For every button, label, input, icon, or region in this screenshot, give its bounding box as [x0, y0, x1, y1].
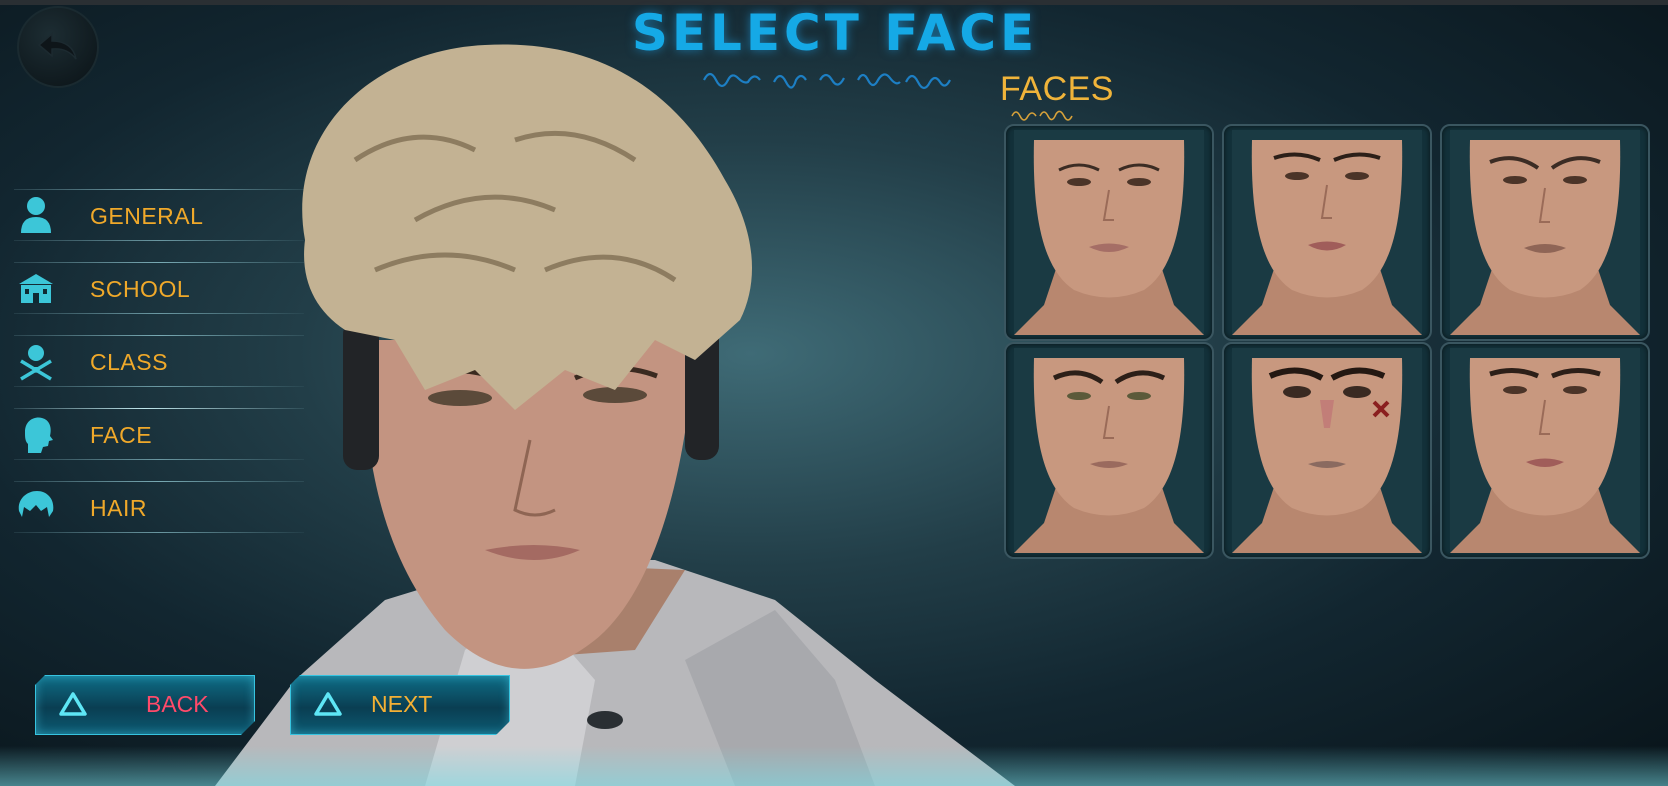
face-portrait [1450, 130, 1640, 335]
menu-item-face[interactable]: FACE [0, 404, 310, 477]
face-portrait [1232, 130, 1422, 335]
face-option-1[interactable] [1004, 124, 1214, 341]
face-portrait [1014, 130, 1204, 335]
menu-divider [14, 408, 304, 409]
bottom-glow [0, 746, 1668, 786]
face-option-6[interactable] [1440, 342, 1650, 559]
face-option-3[interactable] [1440, 124, 1650, 341]
menu-item-label: CLASS [90, 349, 168, 375]
school-building-icon [19, 274, 53, 303]
face-option-4[interactable] [1004, 342, 1214, 559]
faces-grid [1004, 124, 1650, 560]
menu-divider [14, 240, 304, 241]
menu-divider [14, 481, 304, 482]
menu-item-class[interactable]: CLASS [0, 331, 310, 404]
back-button-label: BACK [146, 691, 209, 717]
next-button-label: NEXT [371, 691, 433, 717]
menu-divider [14, 386, 304, 387]
menu-divider [14, 262, 304, 263]
menu-item-label: FACE [90, 422, 153, 448]
menu-divider [14, 335, 304, 336]
character-preview [215, 44, 1015, 786]
menu-item-hair[interactable]: HAIR [0, 477, 310, 550]
menu-divider [14, 532, 304, 533]
menu-divider [14, 313, 304, 314]
head-profile-icon [25, 417, 53, 453]
faces-decorative-script [1011, 110, 1073, 121]
triangle-button-icon [58, 691, 88, 717]
triangle-button-icon [313, 691, 343, 717]
next-button[interactable]: NEXT [290, 675, 510, 735]
faces-heading: FACES [1000, 70, 1114, 108]
return-button[interactable] [17, 6, 99, 88]
menu-item-label: SCHOOL [90, 276, 191, 302]
face-portrait [1014, 348, 1204, 553]
face-portrait [1450, 348, 1640, 553]
menu-item-general[interactable]: GENERAL [0, 185, 310, 258]
crossed-swords-class-icon [20, 345, 52, 381]
menu-item-label: HAIR [90, 495, 147, 521]
person-icon [21, 197, 51, 233]
hair-icon [18, 491, 54, 517]
return-arrow-icon [37, 32, 77, 60]
back-button[interactable]: BACK [35, 675, 255, 735]
menu-item-school[interactable]: SCHOOL [0, 258, 310, 331]
face-option-2[interactable] [1222, 124, 1432, 341]
menu-item-label: GENERAL [90, 203, 204, 229]
side-menu: GENERAL SCHOOL CLASS FACE HAIR [0, 185, 310, 550]
menu-divider [14, 189, 304, 190]
face-option-5[interactable] [1222, 342, 1432, 559]
menu-divider [14, 459, 304, 460]
face-portrait [1232, 348, 1422, 553]
